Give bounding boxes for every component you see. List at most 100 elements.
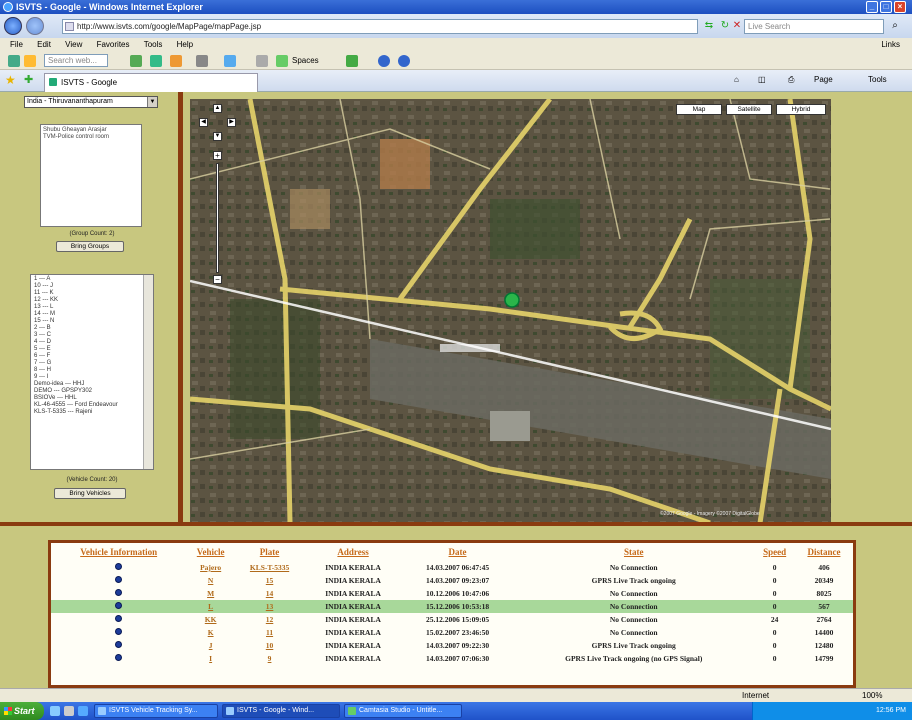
toolbar-logo-icon[interactable]: [8, 55, 20, 67]
tools-menu[interactable]: Tools: [868, 75, 887, 84]
table-row[interactable]: J 10 INDIA KERALA 14.03.2007 09:22:30 GPRS L…: [51, 639, 853, 652]
forward-button[interactable]: [26, 17, 44, 35]
vehicle-list-item[interactable]: DEMO --- GPSPY302: [34, 388, 139, 395]
bring-groups-button[interactable]: Bring Groups: [56, 241, 124, 252]
vehicle-info-icon[interactable]: [115, 628, 123, 635]
vehicle-list-item[interactable]: 2 --- B: [34, 325, 139, 332]
vehicle-list-item[interactable]: KL-46-4555 --- Ford Endeavour: [34, 402, 139, 409]
zoom-out-icon[interactable]: −: [213, 275, 222, 284]
chevron-down-icon[interactable]: ▼: [147, 97, 157, 107]
tab-isvts-google[interactable]: ISVTS - Google: [44, 73, 258, 92]
links-label[interactable]: Links: [881, 38, 900, 52]
table-row[interactable]: N 15 INDIA KERALA 14.03.2007 09:23:07 GPRS L…: [51, 574, 853, 587]
toolbar-star-icon[interactable]: [24, 55, 36, 67]
toolbar-icon-c[interactable]: [170, 55, 182, 67]
col-vehicle-information[interactable]: Vehicle Information: [51, 543, 186, 561]
menu-favorites[interactable]: Favorites: [97, 40, 130, 49]
vehicle-list-item[interactable]: BSIOVe --- HHL: [34, 395, 139, 402]
task-camtasia[interactable]: Camtasia Studio - Untitle...: [344, 704, 462, 718]
col-plate[interactable]: Plate: [235, 543, 304, 561]
toolbar-icon-h[interactable]: [378, 55, 390, 67]
feeds-icon[interactable]: ◫: [758, 75, 766, 84]
vehicle-list-item[interactable]: 10 --- J: [34, 283, 139, 290]
cell-plate[interactable]: KLS-T-5335: [235, 561, 304, 574]
cell-plate[interactable]: 14: [235, 587, 304, 600]
web-search-input[interactable]: Search web...: [44, 54, 108, 67]
map-type-map-button[interactable]: Map: [676, 104, 722, 115]
vehicle-info-icon[interactable]: [115, 576, 123, 583]
vehicle-list-item[interactable]: 7 --- G: [34, 360, 139, 367]
col-address[interactable]: Address: [304, 543, 402, 561]
vehicle-list-item[interactable]: Demo-idea --- HHJ: [34, 381, 139, 388]
menu-tools[interactable]: Tools: [144, 40, 163, 49]
col-vehicle[interactable]: Vehicle: [186, 543, 235, 561]
vehicle-list-item[interactable]: 9 --- I: [34, 374, 139, 381]
maximize-button[interactable]: □: [880, 1, 892, 13]
print-icon[interactable]: ⎙: [788, 75, 794, 85]
col-speed[interactable]: Speed: [754, 543, 794, 561]
cell-plate[interactable]: 15: [235, 574, 304, 587]
vehicle-list-item[interactable]: 5 --- E: [34, 346, 139, 353]
quicklaunch-icon[interactable]: [78, 706, 88, 716]
pan-up-icon[interactable]: ▲: [213, 104, 222, 113]
menu-view[interactable]: View: [65, 40, 82, 49]
go-icon[interactable]: ⇆: [702, 19, 716, 33]
table-row[interactable]: M 14 INDIA KERALA 10.12.2006 10:47:06 No Con…: [51, 587, 853, 600]
table-row[interactable]: L 13 INDIA KERALA 15.12.2006 10:53:18 No Con…: [51, 600, 853, 613]
search-icon[interactable]: ⌕: [888, 19, 902, 33]
table-row[interactable]: KK 12 INDIA KERALA 25.12.2006 15:09:05 No Co…: [51, 613, 853, 626]
vehicle-list-item[interactable]: 15 --- N: [34, 318, 139, 325]
zoom-level[interactable]: 100%: [862, 689, 882, 702]
vehicle-info-icon[interactable]: [115, 641, 123, 648]
map-type-satellite-button[interactable]: Satellite: [726, 104, 772, 115]
quicklaunch-icon[interactable]: [64, 706, 74, 716]
vehicle-list-item[interactable]: 14 --- M: [34, 311, 139, 318]
home-icon[interactable]: ⌂: [734, 75, 739, 84]
spaces-button[interactable]: Spaces: [292, 55, 319, 67]
task-isvts-vehicle-tracking[interactable]: ISVTS Vehicle Tracking Sy...: [94, 704, 218, 718]
cell-plate[interactable]: 9: [235, 652, 304, 665]
cell-plate[interactable]: 13: [234, 600, 305, 613]
city-select[interactable]: India - Thiruvananthapuram ▼: [24, 96, 158, 108]
add-favorites-icon[interactable]: ✚: [24, 73, 33, 86]
cell-vehicle[interactable]: KK: [186, 613, 235, 626]
vehicle-list-item[interactable]: 4 --- D: [34, 339, 139, 346]
cell-plate[interactable]: 12: [235, 613, 304, 626]
toolbar-icon-f[interactable]: [256, 55, 268, 67]
cell-vehicle[interactable]: I: [186, 652, 235, 665]
vehicle-info-icon[interactable]: [115, 589, 123, 596]
vehicle-list-item[interactable]: 11 --- K: [34, 290, 139, 297]
pan-left-icon[interactable]: ◀: [199, 118, 208, 127]
quicklaunch-icon[interactable]: [50, 706, 60, 716]
col-state[interactable]: State: [513, 543, 754, 561]
vehicle-list-item[interactable]: 8 --- H: [34, 367, 139, 374]
zoom-in-icon[interactable]: +: [213, 151, 222, 160]
toolbar-icon-b[interactable]: [150, 55, 162, 67]
map-type-hybrid-button[interactable]: Hybrid: [776, 104, 826, 115]
vehicle-info-icon[interactable]: [115, 654, 123, 661]
vehicle-list-item[interactable]: 13 --- L: [34, 304, 139, 311]
task-isvts-google[interactable]: ISVTS - Google - Wind...: [222, 704, 340, 718]
vehicle-list[interactable]: 1 --- A 10 --- J 11 --- K 12 --- KK 13 --- L…: [30, 274, 154, 470]
zoom-slider[interactable]: [216, 163, 219, 273]
toolbar-icon-d[interactable]: [196, 55, 208, 67]
page-menu[interactable]: Page: [814, 75, 833, 84]
toolbar-icon-a[interactable]: [130, 55, 142, 67]
vehicle-info-icon[interactable]: [115, 602, 123, 609]
group-item[interactable]: Shubu Gheayan Arasjar: [43, 127, 139, 134]
minimize-button[interactable]: _: [866, 1, 878, 13]
bring-vehicles-button[interactable]: Bring Vehicles: [54, 488, 126, 499]
col-distance[interactable]: Distance: [795, 543, 853, 561]
menu-file[interactable]: File: [10, 40, 23, 49]
cell-vehicle[interactable]: M: [186, 587, 235, 600]
table-row[interactable]: K 11 INDIA KERALA 15.02.2007 23:46:50 No Con…: [51, 626, 853, 639]
vehicle-list-item[interactable]: 12 --- KK: [34, 297, 139, 304]
toolbar-icon-g[interactable]: [346, 55, 358, 67]
favorites-star-icon[interactable]: ★: [5, 73, 16, 87]
cell-plate[interactable]: 11: [235, 626, 304, 639]
live-search-input[interactable]: Live Search: [744, 19, 884, 34]
start-button[interactable]: Start: [0, 702, 44, 720]
cell-vehicle[interactable]: J: [186, 639, 235, 652]
pan-control[interactable]: ▲ ◀ ▶ ▼: [199, 104, 243, 148]
vehicle-list-item[interactable]: 1 --- A: [34, 276, 139, 283]
